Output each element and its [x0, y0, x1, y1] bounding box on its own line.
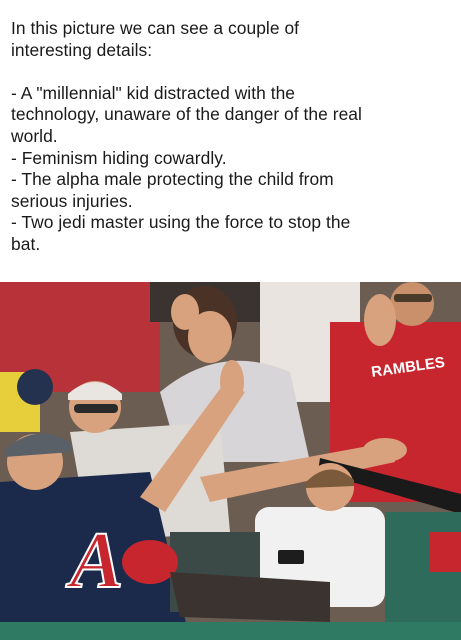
- man-red-jersey-head: [390, 282, 434, 326]
- baseball-crowd-photo: RAMBLES A: [0, 282, 461, 640]
- foreground-railing: [0, 622, 461, 640]
- caption-line: world.: [11, 125, 58, 146]
- caption-line: - Two jedi master using the force to sto…: [11, 212, 351, 233]
- caption-line: bat.: [11, 233, 41, 254]
- kid-phone: [278, 550, 304, 564]
- raised-hand-right: [364, 294, 396, 346]
- raised-hand-left: [220, 360, 244, 404]
- caption-line: technology, unaware of the danger of the…: [11, 104, 362, 125]
- caption-line: serious injuries.: [11, 190, 133, 211]
- dad-hand: [363, 438, 407, 462]
- caption-line: In this picture we can see a couple of: [11, 18, 300, 38]
- meme-caption: In this picture we can see a couple of i…: [0, 0, 461, 282]
- fan-red-cap: [122, 540, 178, 584]
- caption-line: - The alpha male protecting the child fr…: [11, 169, 334, 190]
- red-bag: [430, 532, 461, 572]
- sunglasses: [394, 294, 432, 302]
- caption-line: interesting details:: [11, 39, 153, 60]
- caption-line: - A "millennial" kid distracted with the: [11, 82, 296, 103]
- dad-sunglasses: [74, 404, 118, 413]
- fan-cap-left: [17, 369, 53, 405]
- braves-logo-a: A: [65, 517, 123, 605]
- stadium-seat: [385, 512, 461, 640]
- photo-illustration: RAMBLES A: [0, 282, 461, 640]
- caption-line: - Feminism hiding cowardly.: [11, 147, 227, 168]
- meme: In this picture we can see a couple of i…: [0, 0, 461, 640]
- woman-hand: [171, 294, 199, 330]
